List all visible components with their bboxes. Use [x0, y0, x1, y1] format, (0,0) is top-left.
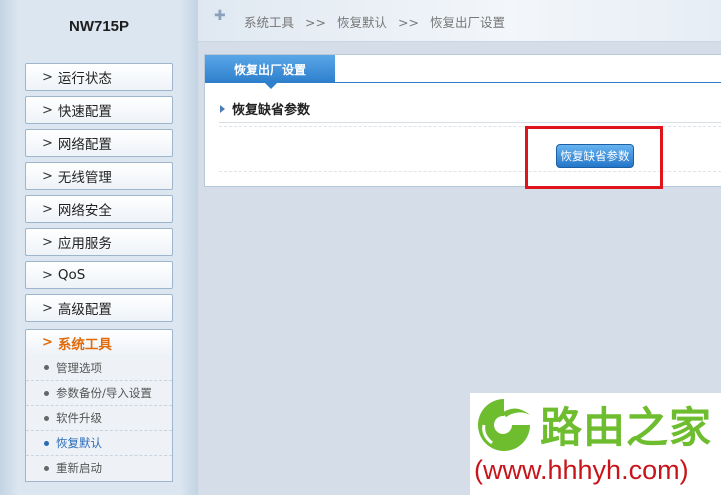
- chevron-right-icon: >: [42, 201, 53, 217]
- menu-item-label: 运行状态: [57, 71, 112, 87]
- breadcrumb-bar: ✚ 系统工具 >> 恢复默认 >> 恢复出厂设置: [198, 0, 721, 42]
- breadcrumb-separator: >>: [305, 15, 326, 30]
- menu-item-status[interactable]: > 运行状态: [25, 63, 173, 91]
- section-title: 恢复缺省参数: [232, 103, 311, 118]
- triangle-right-icon: [220, 104, 225, 113]
- sidebar: NW715P > 运行状态 > 快速配置 > 网络配置 > 无线管理 > 网络安…: [0, 0, 198, 495]
- bullet-icon: [44, 440, 49, 446]
- chevron-right-icon: >: [42, 267, 53, 283]
- menu-item-quick-setup[interactable]: > 快速配置: [25, 96, 173, 124]
- menu-item-security[interactable]: > 网络安全: [25, 195, 173, 223]
- chevron-right-icon: >: [42, 168, 53, 184]
- chevron-right-icon: >: [42, 69, 53, 85]
- breadcrumb: 系统工具 >> 恢复默认 >> 恢复出厂设置: [244, 12, 505, 31]
- highlight-annotation: [525, 126, 663, 189]
- submenu-item-label: 管理选项: [56, 360, 102, 375]
- plus-icon: ✚: [214, 8, 226, 24]
- chevron-right-icon: >: [42, 335, 53, 350]
- system-tools-submenu: 管理选项 参数备份/导入设置 软件升级 恢复默认 重新启动: [25, 355, 173, 482]
- submenu-item-backup-restore[interactable]: 参数备份/导入设置: [26, 380, 172, 405]
- bullet-icon: [44, 365, 49, 370]
- menu-item-label: 应用服务: [57, 236, 112, 252]
- menu-item-label: 网络安全: [57, 203, 112, 219]
- menu-item-qos[interactable]: > QoS: [25, 261, 173, 289]
- submenu-item-label: 重新启动: [56, 461, 102, 475]
- submenu-item-label: 参数备份/导入设置: [56, 386, 152, 400]
- menu-item-label: 系统工具: [57, 336, 112, 353]
- chevron-right-icon: >: [42, 135, 53, 151]
- breadcrumb-separator: >>: [397, 15, 419, 30]
- menu-item-app-services[interactable]: > 应用服务: [25, 228, 173, 256]
- breadcrumb-item[interactable]: 恢复默认: [337, 15, 387, 30]
- chevron-right-icon: >: [42, 300, 53, 316]
- menu-item-label: 无线管理: [57, 170, 112, 186]
- tab-factory-reset[interactable]: 恢复出厂设置: [205, 55, 335, 89]
- breadcrumb-item[interactable]: 系统工具: [244, 15, 294, 30]
- menu-item-label: 网络配置: [57, 137, 112, 153]
- section-heading: 恢复缺省参数: [220, 99, 310, 118]
- breadcrumb-item: 恢复出厂设置: [429, 15, 505, 30]
- submenu-item-reboot[interactable]: 重新启动: [26, 455, 172, 480]
- chevron-right-icon: >: [42, 234, 53, 250]
- bullet-icon: [44, 465, 49, 471]
- chevron-right-icon: >: [42, 102, 53, 118]
- menu-item-advanced[interactable]: > 高级配置: [25, 294, 173, 322]
- tab-underline: [335, 82, 721, 83]
- submenu-item-firmware-upgrade[interactable]: 软件升级: [26, 405, 172, 430]
- bullet-icon: [44, 415, 49, 421]
- menu-item-label: QoS: [57, 267, 86, 283]
- watermark-name: 路由之家: [540, 403, 713, 452]
- menu-item-network[interactable]: > 网络配置: [25, 129, 173, 157]
- menu-item-label: 快速配置: [57, 104, 112, 120]
- tab-pointer-icon: [265, 83, 277, 89]
- watermark-url: (www.hhhyh.com): [474, 455, 689, 485]
- submenu-item-management[interactable]: 管理选项: [26, 355, 172, 380]
- tab-label: 恢复出厂设置: [233, 62, 306, 77]
- submenu-item-label: 恢复默认: [56, 436, 102, 450]
- router-home-logo-icon: [478, 399, 530, 451]
- menu-item-wireless[interactable]: > 无线管理: [25, 162, 173, 190]
- menu-item-system-tools[interactable]: > 系统工具: [25, 329, 173, 355]
- divider: [219, 122, 721, 123]
- submenu-item-label: 软件升级: [56, 411, 102, 425]
- submenu-item-factory-reset[interactable]: 恢复默认: [26, 430, 172, 455]
- device-name: NW715P: [68, 18, 130, 35]
- menu-item-label: 高级配置: [57, 302, 112, 318]
- bullet-icon: [44, 390, 49, 396]
